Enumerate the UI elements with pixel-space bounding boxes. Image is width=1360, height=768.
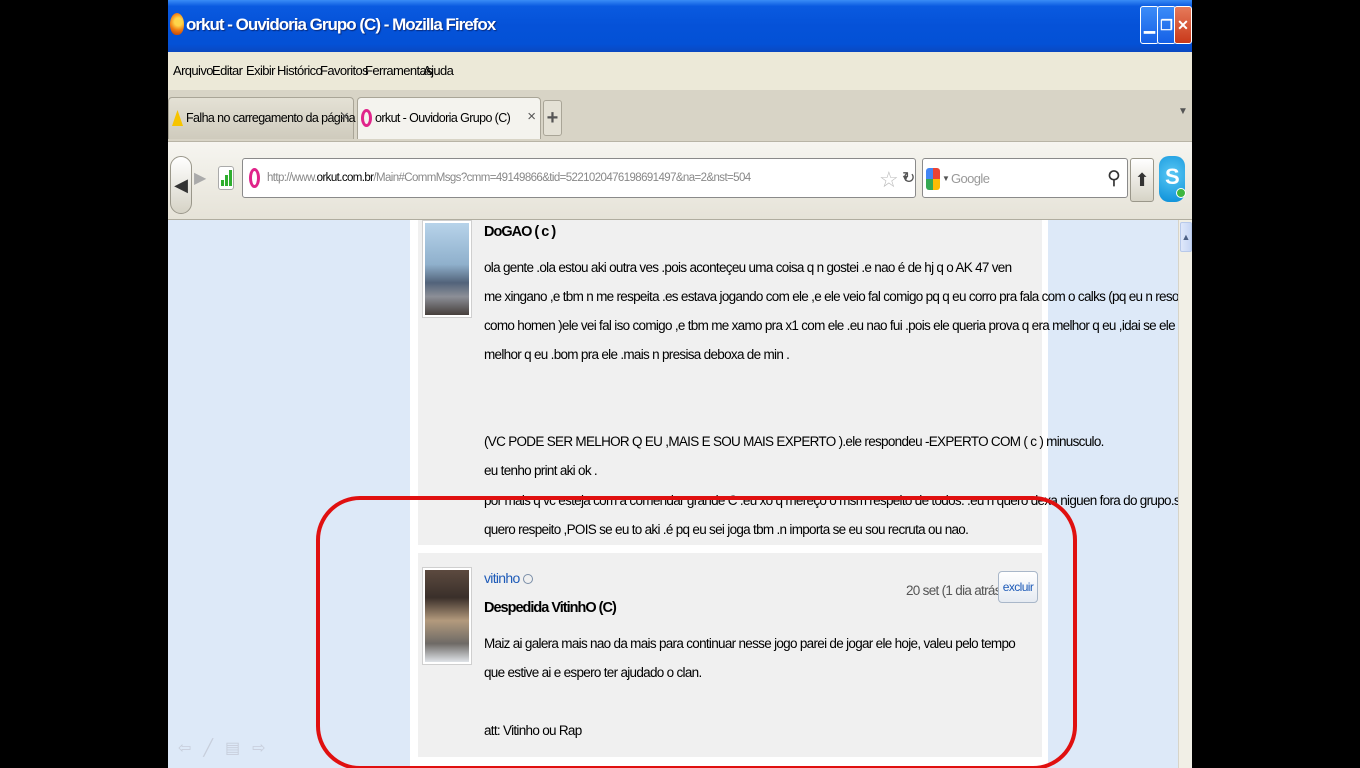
- navigation-toolbar: ◀ ▶ http://www.orkut.com.br/Main#CommMsg…: [168, 142, 1192, 220]
- chevron-up-icon: ▲: [1181, 232, 1191, 242]
- message-line: (VC PODE SER MELHOR Q EU ,MAIS E SOU MAI…: [484, 434, 1104, 449]
- scroll-up-button[interactable]: ▲: [1180, 222, 1192, 252]
- close-icon: ✕: [1177, 16, 1189, 33]
- orkut-icon: [361, 109, 372, 127]
- message-line: me xingano ,e tbm n me respeita .es esta…: [484, 289, 1192, 304]
- tab-label: Falha no carregamento da página: [186, 111, 356, 125]
- message-subject: DoGAO ( c ): [484, 224, 556, 240]
- window-title: orkut - Ouvidoria Grupo (C) - Mozilla Fi…: [186, 15, 496, 34]
- firefox-window: orkut - Ouvidoria Grupo (C) - Mozilla Fi…: [168, 0, 1192, 768]
- reload-icon[interactable]: ↻: [902, 168, 915, 188]
- next-slide-icon[interactable]: ⇨: [252, 740, 277, 757]
- url-domain: orkut.com.br: [316, 172, 374, 184]
- avatar-image: [425, 223, 469, 315]
- menu-favoritos[interactable]: Favoritos: [320, 63, 369, 78]
- screen: orkut - Ouvidoria Grupo (C) - Mozilla Fi…: [0, 0, 1360, 768]
- skype-icon: S: [1165, 164, 1180, 189]
- close-button[interactable]: ✕: [1174, 6, 1192, 44]
- url-bar[interactable]: http://www.orkut.com.br/Main#CommMsgs?cm…: [242, 158, 916, 198]
- firefox-logo-icon: [170, 13, 184, 35]
- search-bar[interactable]: ▼ Google ⚲: [922, 158, 1128, 198]
- vertical-scrollbar[interactable]: ▲: [1178, 220, 1192, 768]
- title-bar[interactable]: orkut - Ouvidoria Grupo (C) - Mozilla Fi…: [168, 0, 1192, 52]
- home-icon: ⬆: [1134, 169, 1150, 190]
- message-line: eu tenho print aki ok .: [484, 463, 598, 478]
- google-icon[interactable]: [926, 168, 940, 190]
- url-text[interactable]: http://www.orkut.com.br/Main#CommMsgs?cm…: [267, 172, 751, 184]
- back-button[interactable]: ◀: [170, 156, 192, 214]
- magnifier-icon[interactable]: ⚲: [1107, 167, 1121, 190]
- restore-icon: ❐: [1160, 16, 1173, 33]
- previous-slide-icon[interactable]: ⇦: [178, 740, 203, 757]
- message-line: como homen )ele vei fal iso comigo ,e tb…: [484, 318, 1185, 333]
- menu-editar[interactable]: Editar: [212, 63, 243, 78]
- menu-ajuda[interactable]: Ajuda: [423, 63, 454, 78]
- forward-arrow-icon[interactable]: ▶: [194, 168, 206, 188]
- menu-historico[interactable]: Histórico: [277, 63, 323, 78]
- menu-arquivo[interactable]: Arquivo: [173, 63, 213, 78]
- tab-label: orkut - Ouvidoria Grupo (C): [375, 111, 511, 125]
- plus-icon: +: [546, 106, 559, 129]
- highlight-annotation-ring: [316, 496, 1077, 768]
- online-status-icon: [1176, 188, 1186, 198]
- tab-load-error[interactable]: Falha no carregamento da página ×: [168, 97, 356, 139]
- star-icon[interactable]: ☆: [879, 167, 899, 193]
- page-content: DoGAO ( c ) ola gente .ola estou aki out…: [168, 220, 1192, 768]
- tab-orkut[interactable]: orkut - Ouvidoria Grupo (C) ×: [357, 97, 541, 139]
- search-engine-dropdown-icon[interactable]: ▼: [942, 174, 950, 183]
- message-line: melhor q eu .bom pra ele .mais n presisa…: [484, 347, 790, 362]
- orkut-icon: [249, 168, 260, 188]
- home-button[interactable]: ⬆: [1130, 158, 1154, 202]
- tab-list-dropdown-icon[interactable]: ▼: [1178, 106, 1188, 117]
- tab-close-icon[interactable]: ×: [527, 108, 536, 125]
- menu-exibir[interactable]: Exibir: [246, 63, 276, 78]
- search-input[interactable]: Google: [951, 171, 990, 186]
- pen-icon[interactable]: ╱: [203, 740, 225, 757]
- back-arrow-icon: ◀: [174, 174, 188, 195]
- signal-bars-icon[interactable]: [218, 166, 234, 190]
- avatar[interactable]: [422, 220, 472, 318]
- menu-icon[interactable]: ▤: [225, 740, 252, 757]
- tab-strip: Falha no carregamento da página × orkut …: [168, 90, 1192, 142]
- minimize-icon: ▁: [1144, 16, 1155, 33]
- tab-close-icon[interactable]: ×: [340, 108, 349, 125]
- slideshow-controls[interactable]: ⇦╱▤⇨: [178, 738, 278, 758]
- skype-button[interactable]: S: [1159, 156, 1186, 202]
- message-line: ola gente .ola estou aki outra ves .pois…: [484, 260, 1012, 275]
- new-tab-button[interactable]: +: [543, 100, 562, 136]
- menu-bar: Arquivo Editar Exibir Histórico Favorito…: [168, 52, 1192, 90]
- warning-icon: [172, 110, 183, 126]
